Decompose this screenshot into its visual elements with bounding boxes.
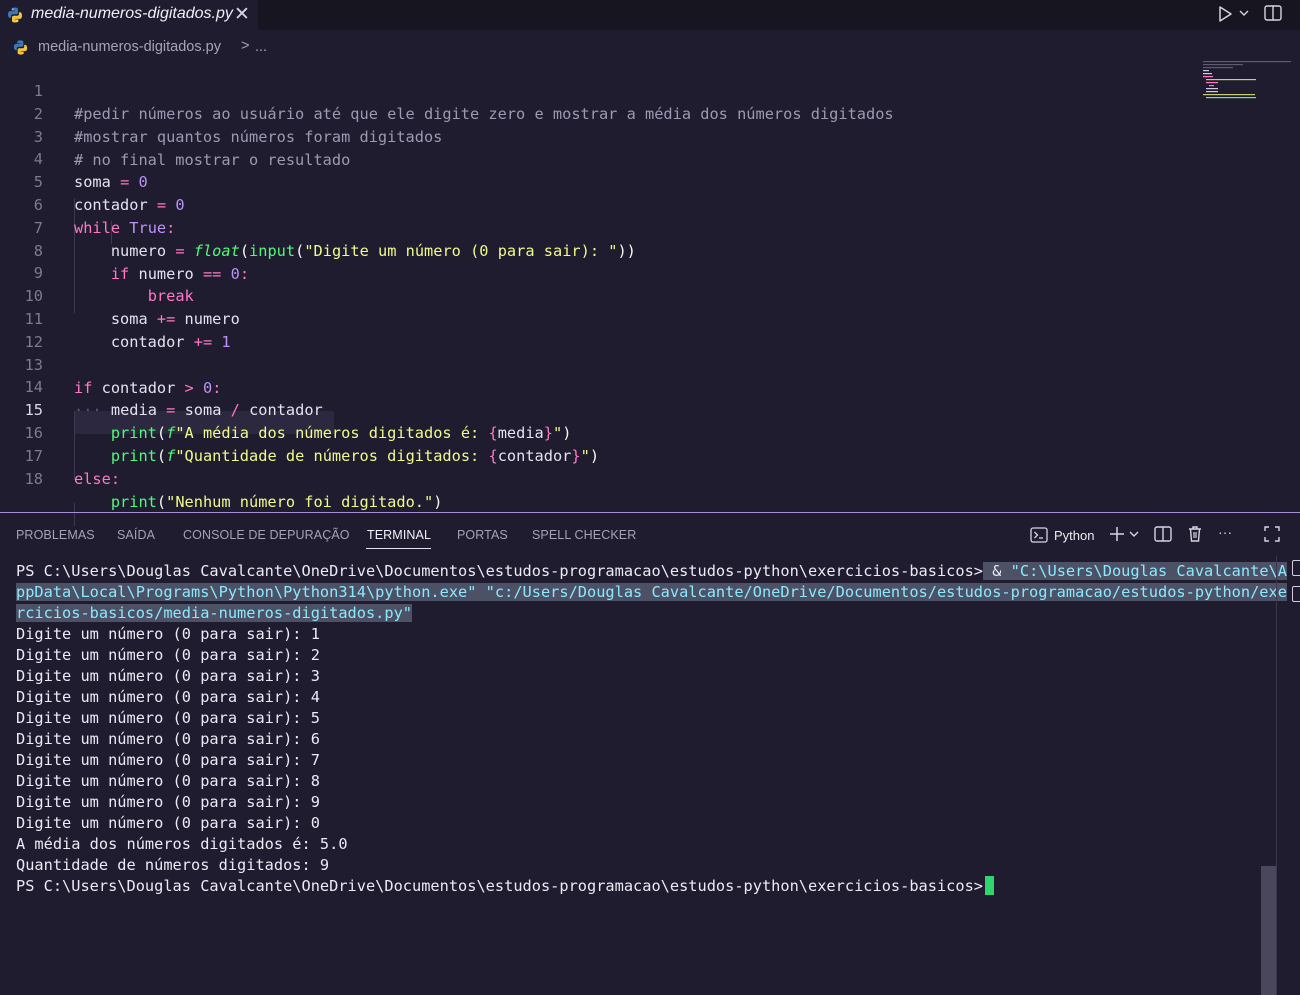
split-editor-icon[interactable]: [1262, 3, 1284, 23]
terminal-line: Digite um número (0 para sair): 4: [16, 688, 320, 706]
terminal-line: Digite um número (0 para sair): 6: [16, 730, 320, 748]
terminal-list-icon[interactable]: [1292, 560, 1300, 576]
run-play-icon[interactable]: [1214, 4, 1236, 24]
breadcrumb: media-numeros-digitados.py > ...: [0, 36, 600, 58]
new-terminal-plus-icon[interactable]: [1107, 524, 1127, 544]
terminal-line: Digite um número (0 para sair): 3: [16, 667, 320, 685]
code-line: 5 contador = 0: [0, 148, 1198, 214]
tab-filename: media-numeros-digitados.py: [31, 5, 233, 22]
breadcrumb-file[interactable]: media-numeros-digitados.py: [38, 39, 221, 55]
code-line: 6 while True:: [0, 171, 1198, 237]
chevron-down-icon[interactable]: [1238, 6, 1250, 20]
editor-tab-active[interactable]: media-numeros-digitados.py ✕: [0, 0, 258, 30]
code-text: print("Nenhum número foi digitado."): [74, 491, 443, 514]
terminal-line: Digite um número (0 para sair): 1: [16, 625, 320, 643]
token: "Nenhum número foi digitado.": [166, 493, 434, 511]
code-line: 16 print(f"Quantidade de números digitad…: [0, 399, 1198, 465]
code-line: 11 contador += 1: [0, 285, 1198, 351]
tab-spell-checker[interactable]: SPELL CHECKER: [532, 528, 636, 542]
more-actions-icon[interactable]: ···: [1218, 524, 1232, 540]
terminal-profile-label: Python: [1054, 528, 1095, 543]
code-line: 9 break: [0, 239, 1198, 305]
terminal-line: Quantidade de números digitados: 9: [16, 856, 330, 874]
editor-tab-bar: media-numeros-digitados.py ✕: [0, 0, 1300, 30]
terminal-line: Digite um número (0 para sair): 0: [16, 814, 320, 832]
tab-debug-console[interactable]: CONSOLE DE DEPURAÇÃO: [183, 528, 350, 542]
code-line: 3 # no final mostrar o resultado: [0, 103, 1198, 169]
active-tab-indicator: [366, 548, 431, 549]
code-line: 8 if numero == 0:: [0, 217, 1198, 283]
terminal-prompt: PS C:\Users\Douglas Cavalcante\OneDrive\…: [16, 562, 983, 580]
terminal-line: PS C:\Users\Douglas Cavalcante\OneDrive\…: [16, 876, 994, 897]
terminal-cursor: [985, 876, 994, 895]
code-line: 10 soma += numero: [0, 262, 1198, 328]
terminal-output[interactable]: PS C:\Users\Douglas Cavalcante\OneDrive\…: [0, 560, 1287, 995]
tab-terminal[interactable]: TERMINAL: [367, 528, 431, 542]
code-line: 18 print("Nenhum número foi digitado."): [0, 445, 1198, 511]
line-number: 18: [24, 470, 43, 488]
maximize-panel-icon[interactable]: [1262, 524, 1282, 544]
panel-border: [0, 512, 1300, 513]
token: else: [74, 470, 111, 488]
terminal-icon: [1030, 527, 1048, 543]
code-line: 17 else:: [0, 422, 1198, 488]
chevron-down-icon[interactable]: [1127, 524, 1141, 544]
terminal-line: rcicios-basicos/media-numeros-digitados.…: [16, 603, 413, 624]
code-line: 2 #mostrar quantos números foram digitad…: [0, 80, 1198, 146]
terminal-command: rcicios-basicos/media-numeros-digitados.…: [16, 604, 413, 622]
code-line: 14 ··· media = soma / contador: [0, 353, 1198, 419]
code-line: 7 numero = float(input("Digite um número…: [0, 194, 1198, 260]
code-line: 1 #pedir números ao usuário até que ele …: [0, 57, 1198, 123]
terminal-line: Digite um número (0 para sair): 9: [16, 793, 320, 811]
python-file-icon: [8, 7, 22, 23]
terminal-line: A média dos números digitados é: 5.0: [16, 835, 348, 853]
terminal-scrollbar-track: [1276, 556, 1277, 995]
token: ): [433, 493, 443, 511]
python-file-icon: [13, 40, 28, 55]
trash-icon[interactable]: [1185, 524, 1205, 544]
terminal-line: Digite um número (0 para sair): 8: [16, 772, 320, 790]
token: :: [110, 470, 121, 488]
terminal-line: Digite um número (0 para sair): 5: [16, 709, 320, 727]
code-line: 13 if contador > 0:: [0, 331, 1198, 397]
code-editor[interactable]: 1 #pedir números ao usuário até que ele …: [0, 57, 1198, 526]
terminal-line: Digite um número (0 para sair): 7: [16, 751, 320, 769]
terminal-scrollbar-thumb[interactable]: [1261, 866, 1276, 995]
terminal-line: Digite um número (0 para sair): 2: [16, 646, 320, 664]
token: (: [156, 493, 167, 511]
terminal-command: ppData\Local\Programs\Python\Python314\p…: [16, 583, 1287, 601]
code-line: 15 print(f"A média dos números digitados…: [0, 376, 1198, 442]
tab-problems[interactable]: PROBLEMAS: [16, 528, 95, 542]
terminal-list-icon[interactable]: [1292, 586, 1300, 602]
code-line: 12: [0, 308, 1198, 351]
code-text: else:: [74, 468, 120, 491]
terminal-line: ppData\Local\Programs\Python\Python314\p…: [16, 582, 1287, 603]
breadcrumb-symbols[interactable]: ...: [255, 39, 267, 55]
tab-ports[interactable]: PORTAS: [457, 528, 508, 542]
tab-close-icon[interactable]: ✕: [234, 3, 250, 25]
terminal-command: "C:\Users\Douglas Cavalcante\A: [1010, 562, 1287, 580]
code-line: 4 soma = 0: [0, 125, 1198, 191]
terminal-line: PS C:\Users\Douglas Cavalcante\OneDrive\…: [16, 561, 1287, 582]
terminal-prompt: PS C:\Users\Douglas Cavalcante\OneDrive\…: [16, 877, 983, 895]
minimap[interactable]: [1203, 60, 1295, 100]
token: print: [110, 493, 157, 511]
tab-output[interactable]: SAÍDA: [117, 528, 155, 542]
panel-tab-bar: PROBLEMAS SAÍDA CONSOLE DE DEPURAÇÃO TER…: [0, 516, 1300, 554]
split-terminal-icon[interactable]: [1153, 524, 1173, 544]
breadcrumb-separator: >: [241, 38, 250, 54]
